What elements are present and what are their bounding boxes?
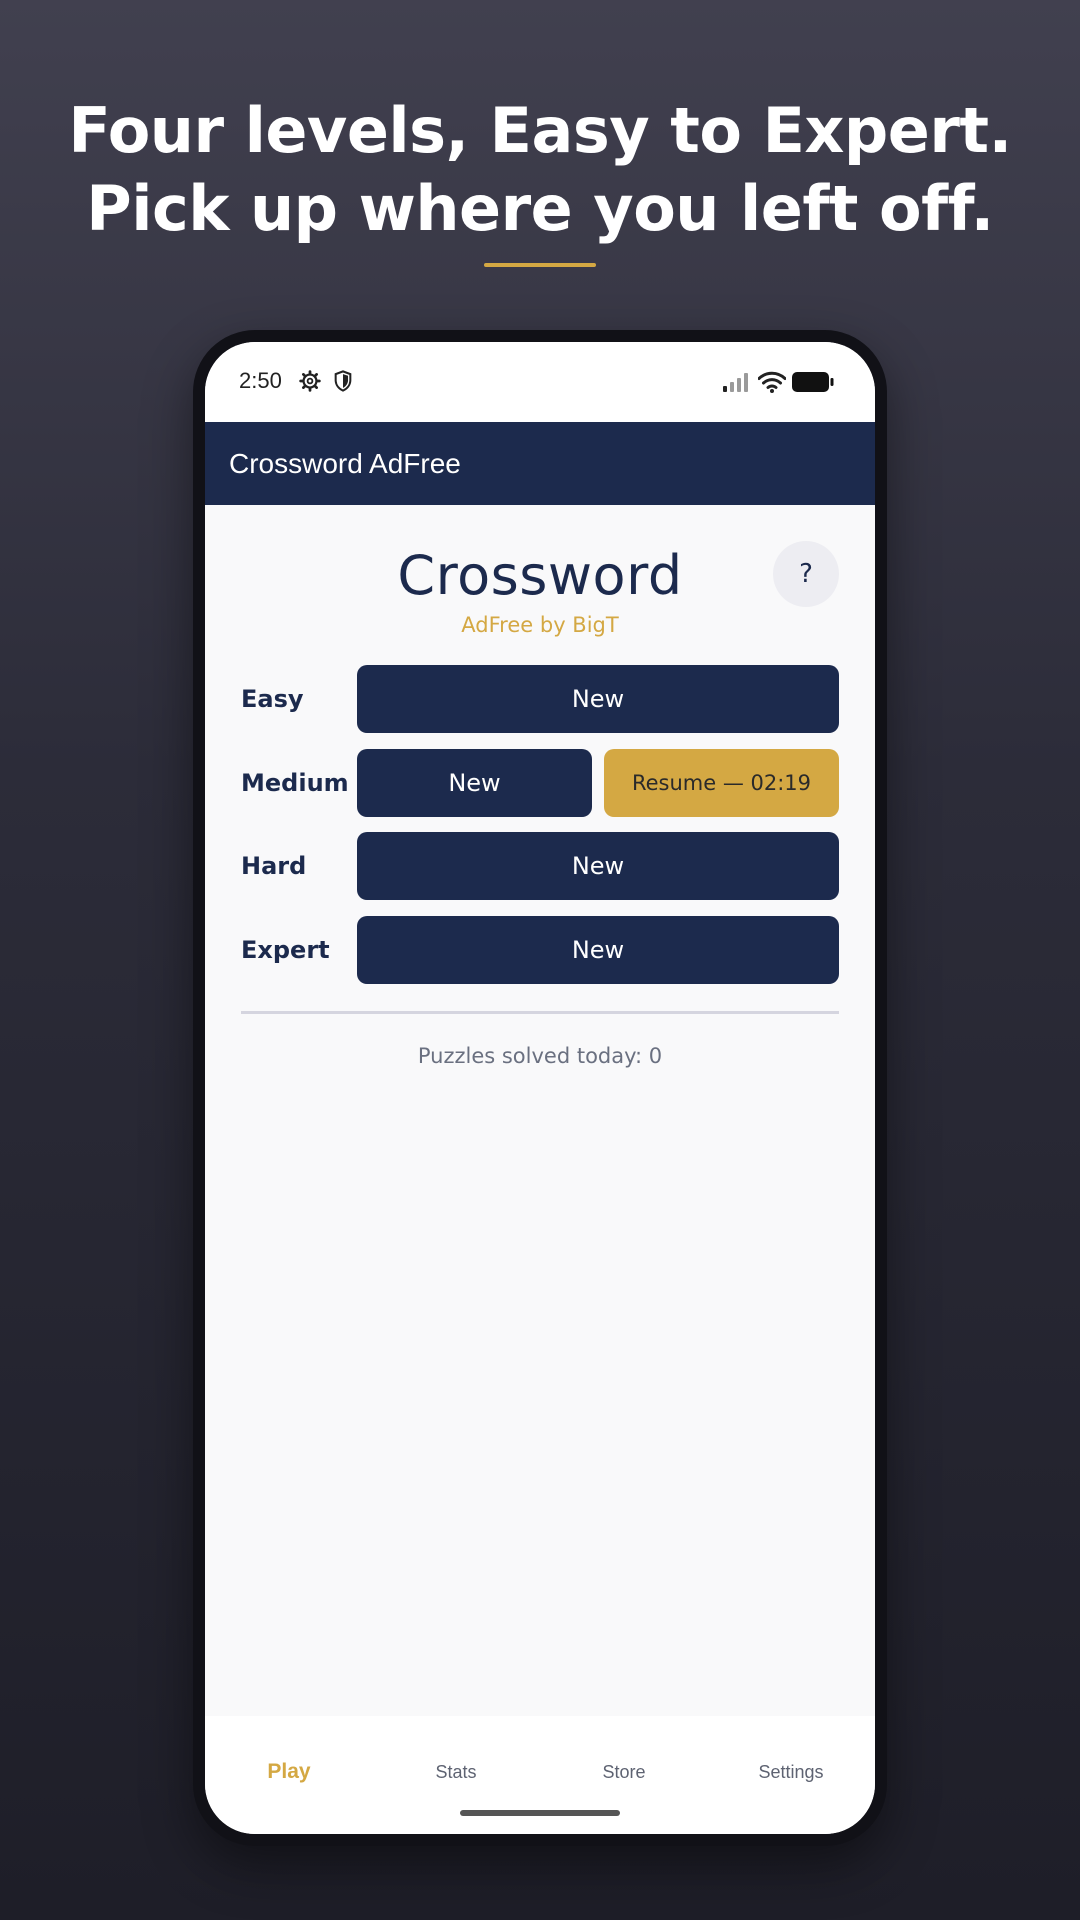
level-label-easy: Easy	[241, 685, 304, 713]
medium-resume-button[interactable]: Resume — 02:19	[604, 749, 839, 817]
medium-new-button[interactable]: New	[357, 749, 592, 817]
status-time: 2:50	[239, 368, 282, 393]
nav-item-store[interactable]: Store	[540, 1762, 708, 1783]
page-subtitle: AdFree by BigT	[461, 613, 619, 637]
nav-item-settings[interactable]: Settings	[707, 1762, 875, 1783]
status-bar: 2:50	[205, 342, 875, 422]
level-label-hard: Hard	[241, 852, 307, 880]
shield-icon	[334, 370, 352, 392]
puzzles-solved-today: Puzzles solved today: 0	[417, 1044, 663, 1068]
level-label-medium: Medium	[241, 769, 349, 797]
gear-icon	[299, 370, 321, 392]
battery-icon	[792, 372, 834, 392]
signal-icon	[723, 373, 748, 392]
bottom-nav: Play Stats Store Settings	[205, 1716, 875, 1834]
app-bar-title: Crossword AdFree	[229, 448, 461, 479]
nav-item-play[interactable]: Play	[205, 1760, 373, 1784]
home-indicator[interactable]	[460, 1810, 620, 1816]
phone-frame: 2:50 Crossword AdFree Crossword AdFree b…	[193, 330, 887, 1846]
hard-new-button[interactable]: New	[357, 832, 839, 900]
nav-item-stats[interactable]: Stats	[372, 1762, 540, 1783]
phone-screen: 2:50 Crossword AdFree Crossword AdFree b…	[205, 342, 875, 1834]
divider	[241, 1011, 839, 1014]
promo-headline: Four levels, Easy to Expert. Pick up whe…	[0, 92, 1080, 248]
easy-new-button[interactable]: New	[357, 665, 839, 733]
wifi-icon	[758, 371, 786, 393]
headline-line-1: Four levels, Easy to Expert.	[68, 94, 1012, 167]
level-label-expert: Expert	[241, 936, 330, 964]
expert-new-button[interactable]: New	[357, 916, 839, 984]
headline-line-2: Pick up where you left off.	[86, 172, 994, 245]
help-button[interactable]: ?	[773, 541, 839, 607]
headline-underline	[484, 263, 596, 267]
app-bar: Crossword AdFree	[205, 422, 875, 505]
